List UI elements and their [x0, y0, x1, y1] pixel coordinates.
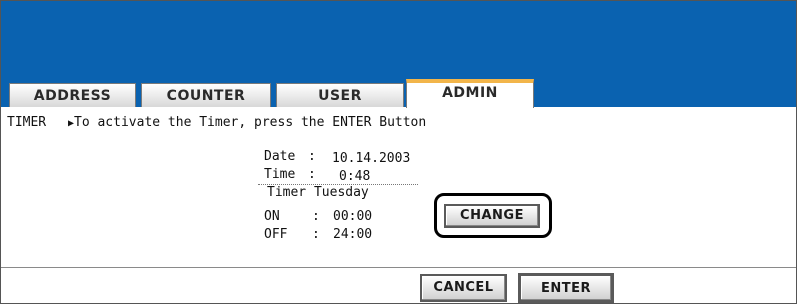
timer-day-title: Timer Tuesday — [267, 185, 369, 200]
tab-admin[interactable]: ADMIN — [406, 79, 534, 108]
time-colon: : — [308, 167, 316, 182]
tab-counter[interactable]: COUNTER — [141, 83, 271, 107]
time-label: Time — [264, 167, 296, 182]
footer-divider — [1, 267, 796, 268]
date-value: 10.14.2003 — [332, 151, 411, 166]
info-message: To activate the Timer, press the ENTER B… — [74, 115, 427, 130]
screen: ADDRESS COUNTER USER ADMIN TIMER ▶To act… — [0, 0, 797, 304]
on-colon: : — [312, 209, 320, 224]
info-line: TIMER ▶To activate the Timer, press the … — [7, 115, 426, 130]
enter-button[interactable]: ENTER — [518, 273, 614, 303]
off-colon: : — [312, 227, 320, 242]
cancel-button[interactable]: CANCEL — [420, 274, 507, 302]
tab-address[interactable]: ADDRESS — [9, 83, 136, 107]
off-value: 24:00 — [333, 227, 373, 242]
change-button[interactable]: CHANGE — [444, 204, 540, 228]
off-label: OFF — [264, 227, 288, 242]
date-colon: : — [308, 149, 316, 164]
time-value: 0:48 — [339, 169, 371, 184]
date-label: Date — [264, 149, 296, 164]
tab-user[interactable]: USER — [276, 83, 404, 107]
on-value: 00:00 — [333, 209, 373, 224]
section-label: TIMER — [7, 115, 47, 130]
on-label: ON — [264, 209, 280, 224]
